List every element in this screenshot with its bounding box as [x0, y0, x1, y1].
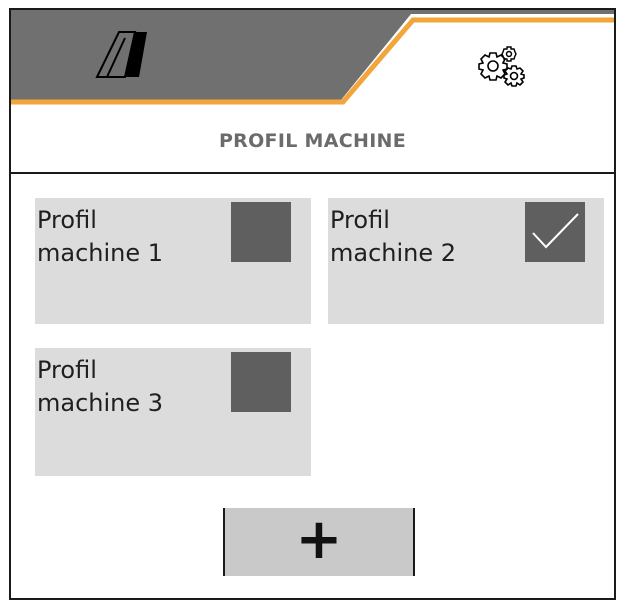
tab-machine[interactable]: [11, 10, 311, 102]
machine-icon: [95, 31, 147, 78]
profile-card-2[interactable]: Profil machine 2: [328, 198, 604, 324]
screen-frame: PROFIL MACHINE Profil machine 1 Profil m…: [9, 8, 616, 600]
tab-settings[interactable]: [391, 26, 614, 110]
add-profile-button[interactable]: +: [223, 508, 415, 576]
profile-label-2: Profil machine 2: [330, 206, 457, 267]
plus-icon: +: [295, 507, 343, 572]
profile-label-1: Profil machine 1: [37, 206, 164, 267]
profile-label-3: Profil machine 3: [37, 356, 164, 417]
gears-icon: [478, 46, 525, 87]
profile-checkbox-1[interactable]: [231, 202, 291, 262]
profile-card-1[interactable]: Profil machine 1: [35, 198, 311, 324]
page-title: PROFIL MACHINE: [218, 130, 407, 152]
header: [11, 10, 614, 110]
profile-card-3[interactable]: Profil machine 3: [35, 348, 311, 476]
profile-checkbox-3[interactable]: [231, 352, 291, 412]
page-title-bar: PROFIL MACHINE: [11, 110, 614, 174]
checkmark-icon: [532, 213, 579, 249]
profile-checkbox-2[interactable]: [525, 202, 585, 262]
